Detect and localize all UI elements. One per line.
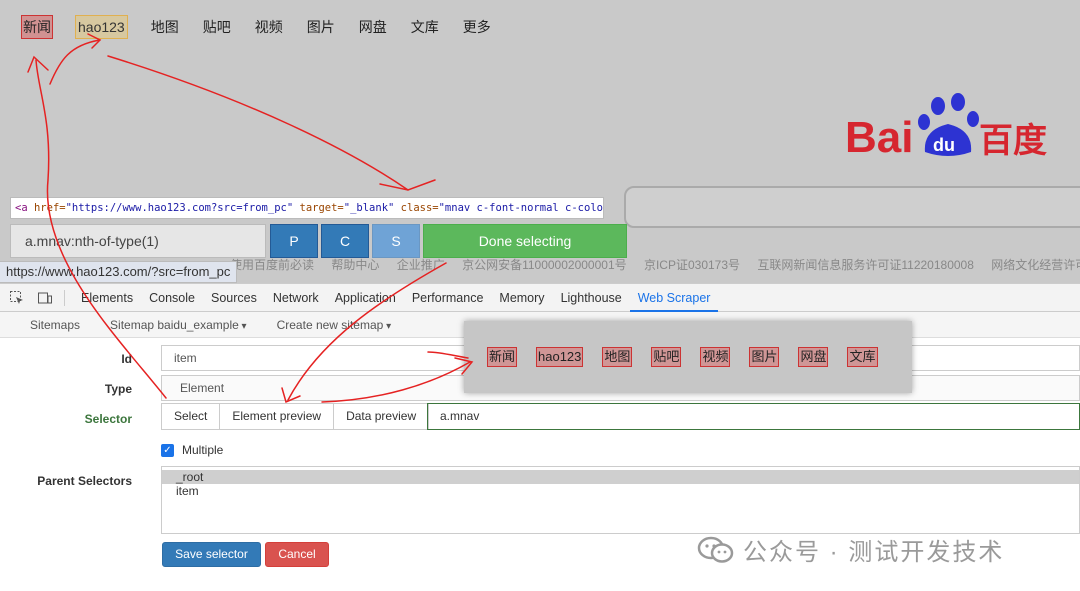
tab-memory[interactable]: Memory <box>491 284 552 312</box>
baidu-top-nav: 新闻 hao123 地图 贴吧 视频 图片 网盘 文库 更多 <box>21 15 515 39</box>
nav-sitemap-dropdown[interactable]: Sitemap baidu_example <box>110 318 247 332</box>
link-status-url: https://www.hao123.com/?src=from_pc <box>0 261 238 283</box>
tab-console[interactable]: Console <box>141 284 203 312</box>
parent-selectors-label: Parent Selectors <box>37 474 132 488</box>
inspect-element-icon[interactable] <box>6 287 28 309</box>
wechat-icon <box>697 536 734 563</box>
save-selector-button[interactable]: Save selector <box>162 542 261 567</box>
data-preview-button[interactable]: Data preview <box>333 403 430 430</box>
preview-item: 网盘 <box>798 347 829 367</box>
preview-item: 视频 <box>700 347 731 367</box>
type-label: Type <box>104 382 132 396</box>
selector-button-group: Select Element preview Data preview <box>161 403 430 430</box>
select-button[interactable]: Select <box>161 403 221 430</box>
selector-label: Selector <box>84 412 132 426</box>
done-selecting-button[interactable]: Done selecting <box>423 224 627 258</box>
tab-application[interactable]: Application <box>327 284 404 312</box>
preview-item: 贴吧 <box>651 347 682 367</box>
logo-text-du: du <box>933 135 955 155</box>
tab-sources[interactable]: Sources <box>203 284 265 312</box>
nav-link-hao123[interactable]: hao123 <box>75 15 128 39</box>
nav-link-tieba[interactable]: 贴吧 <box>203 16 231 38</box>
tip-tag-open: <a <box>15 202 28 214</box>
current-selector-display: a.mnav:nth-of-type(1) <box>10 224 266 258</box>
nav-link-pan[interactable]: 网盘 <box>359 16 387 38</box>
footer-link[interactable]: 京公网安备11000002000001号 <box>462 258 627 272</box>
multiple-row: ✓ Multiple <box>161 443 223 457</box>
screenshot-root: 新闻 hao123 地图 贴吧 视频 图片 网盘 文库 更多 Bai du 百度… <box>0 0 1080 591</box>
wechat-watermark: 公众号 · 测试开发技术 <box>697 532 1004 567</box>
devtools-tab-bar: Elements Console Sources Network Applica… <box>0 284 1080 312</box>
tab-elements[interactable]: Elements <box>73 284 141 312</box>
selector-input[interactable]: a.mnav <box>427 403 1080 430</box>
select-single-button[interactable]: S <box>372 224 420 258</box>
multiple-checkbox[interactable]: ✓ <box>161 443 174 457</box>
nav-link-more[interactable]: 更多 <box>463 16 491 38</box>
nav-link-video[interactable]: 视频 <box>255 16 283 38</box>
tab-divider <box>64 289 65 306</box>
preview-item: 新闻 <box>486 347 518 367</box>
tip-target-value: "_blank" <box>343 202 395 214</box>
preview-item: hao123 <box>536 347 584 367</box>
footer-link[interactable]: 互联网新闻信息服务许可证11220180008 <box>757 258 974 272</box>
nav-link-news[interactable]: 新闻 <box>21 15 53 39</box>
id-label: Id <box>121 352 132 366</box>
selection-toolbar: a.mnav:nth-of-type(1) P C S Done selecti… <box>10 224 627 260</box>
tip-class-attr: class= <box>400 202 439 214</box>
tip-href-attr: href= <box>33 202 66 214</box>
tab-lighthouse[interactable]: Lighthouse <box>553 284 630 312</box>
footer-link[interactable]: 企业推广 <box>397 258 445 272</box>
footer-link[interactable]: 使用百度前必读 <box>230 258 314 272</box>
nav-sitemaps[interactable]: Sitemaps <box>30 318 80 332</box>
element-html-tooltip: <a href="https://www.hao123.com?src=from… <box>10 197 604 219</box>
multiple-label: Multiple <box>182 443 224 457</box>
tip-href-value: "https://www.hao123.com?src=from_pc" <box>65 202 294 214</box>
select-child-button[interactable]: C <box>321 224 369 258</box>
nav-link-wenku[interactable]: 文库 <box>411 16 439 38</box>
device-toolbar-icon[interactable] <box>34 287 56 309</box>
tab-network[interactable]: Network <box>265 284 327 312</box>
parent-selectors-list[interactable]: _root item <box>161 466 1080 534</box>
element-preview-popup: 新闻 hao123 地图 贴吧 视频 图片 网盘 文库 <box>464 321 912 393</box>
logo-text-bai: Bai <box>845 113 913 162</box>
tab-performance[interactable]: Performance <box>404 284 492 312</box>
tab-web-scraper[interactable]: Web Scraper <box>629 284 719 312</box>
tip-class-value: "mnav c-font-normal c-color-t" <box>438 202 603 214</box>
select-parent-button[interactable]: P <box>270 224 318 258</box>
preview-item: 图片 <box>749 347 780 367</box>
element-preview-button[interactable]: Element preview <box>219 403 335 430</box>
footer-link[interactable]: 帮助中心 <box>331 258 379 272</box>
preview-item: 地图 <box>602 347 633 367</box>
cancel-button[interactable]: Cancel <box>265 542 329 567</box>
logo-text-cn: 百度 <box>979 121 1047 161</box>
baidu-search-input[interactable] <box>624 186 1080 228</box>
nav-create-sitemap-dropdown[interactable]: Create new sitemap <box>277 318 392 332</box>
watermark-text: 公众号 · 测试开发技术 <box>743 539 1005 566</box>
nav-link-map[interactable]: 地图 <box>151 16 179 38</box>
preview-item: 文库 <box>847 347 878 367</box>
footer-link[interactable]: 网络文化经营许可证： <box>991 258 1080 272</box>
footer-link[interactable]: 京ICP证030173号 <box>644 258 740 272</box>
parent-option-item[interactable]: item <box>162 484 1079 498</box>
baidu-logo: Bai du 百度 <box>845 93 1047 162</box>
tip-target-attr: target= <box>299 202 344 214</box>
parent-option-root[interactable]: _root <box>162 470 1079 484</box>
nav-link-images[interactable]: 图片 <box>307 16 335 38</box>
